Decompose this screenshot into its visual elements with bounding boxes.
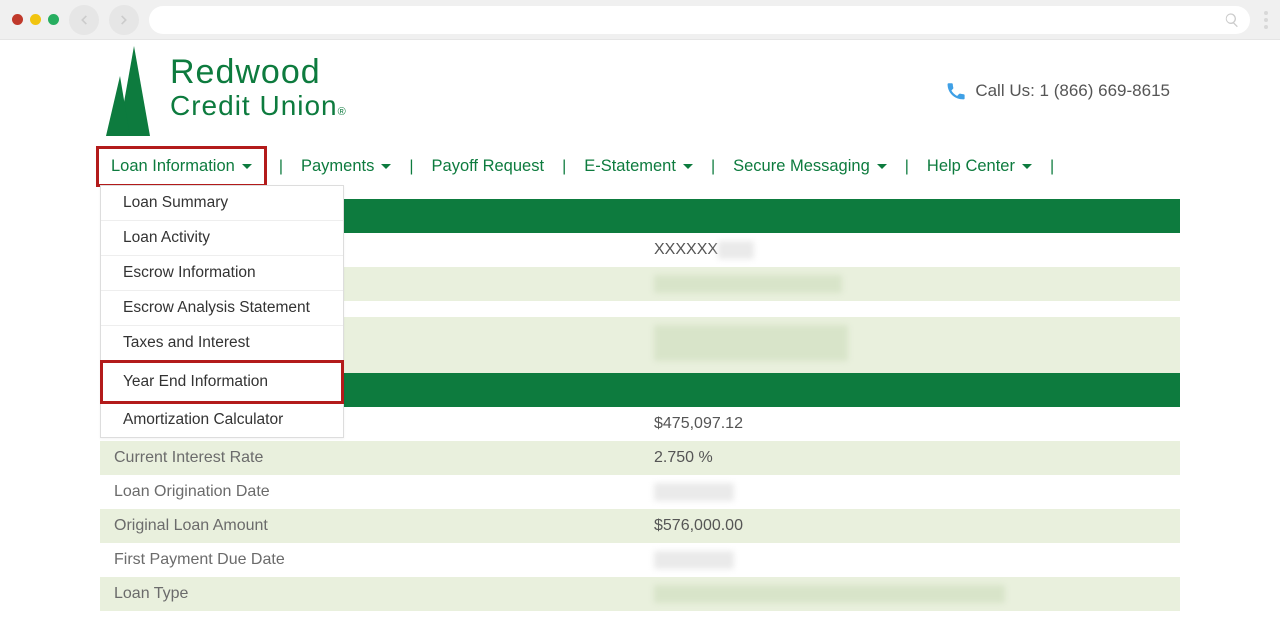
- row-value: 00/00/0000: [640, 543, 1180, 577]
- table-row: Loan Origination Date 00/00/0000: [100, 475, 1180, 509]
- chevron-down-icon: [683, 164, 693, 169]
- dropdown-item-escrow-analysis[interactable]: Escrow Analysis Statement: [101, 291, 343, 326]
- row-value: REDACTED NAME HERE: [640, 267, 1180, 301]
- loan-information-dropdown: Loan Summary Loan Activity Escrow Inform…: [100, 185, 344, 438]
- maximize-window-icon[interactable]: [48, 14, 59, 25]
- table-row: Original Loan Amount $576,000.00: [100, 509, 1180, 543]
- row-label: First Payment Due Date: [100, 543, 640, 577]
- brand-logo[interactable]: Redwood Credit Union®: [100, 46, 347, 136]
- table-row: First Payment Due Date 00/00/0000: [100, 543, 1180, 577]
- nav-label: Payments: [301, 157, 374, 176]
- row-label: Current Interest Rate: [100, 441, 640, 475]
- redwood-tree-icon: [100, 46, 158, 136]
- redacted-value: 00/00/0000: [654, 551, 734, 569]
- redacted-value: REDACTED NAME HERE: [654, 275, 842, 293]
- redacted-value: 1234 STREET NAME LINE CITYSTATE ZIP CODE: [654, 325, 848, 361]
- nav-label: Help Center: [927, 157, 1015, 176]
- call-label: Call Us: 1 (866) 669-8615: [975, 81, 1170, 101]
- nav-help-center[interactable]: Help Center: [921, 153, 1038, 180]
- nav-secure-messaging[interactable]: Secure Messaging: [727, 153, 893, 180]
- browser-menu-icon[interactable]: [1264, 11, 1268, 29]
- chevron-down-icon: [381, 164, 391, 169]
- dropdown-item-loan-activity[interactable]: Loan Activity: [101, 221, 343, 256]
- row-label: Loan Type: [100, 577, 640, 611]
- table-row: Current Interest Rate 2.750 %: [100, 441, 1180, 475]
- close-window-icon[interactable]: [12, 14, 23, 25]
- nav-payoff-request[interactable]: Payoff Request: [426, 153, 551, 180]
- browser-chrome: [0, 0, 1280, 40]
- table-row: Loan Type REDACTED LOAN TYPE VALUE DESCR…: [100, 577, 1180, 611]
- url-bar[interactable]: [149, 6, 1250, 34]
- value-prefix: XXXXXX: [654, 241, 718, 258]
- nav-label: Loan Information: [111, 157, 235, 176]
- nav-separator: |: [267, 158, 295, 176]
- dropdown-item-year-end[interactable]: Year End Information: [100, 360, 344, 404]
- nav-e-statement[interactable]: E-Statement: [578, 153, 699, 180]
- nav-label: E-Statement: [584, 157, 676, 176]
- dropdown-item-escrow-information[interactable]: Escrow Information: [101, 256, 343, 291]
- row-value: [640, 301, 1180, 317]
- brand-line2: Credit Union®: [170, 91, 347, 120]
- brand-text: Redwood Credit Union®: [170, 55, 347, 136]
- row-value: 2.750 %: [640, 441, 1180, 475]
- nav-label: Payoff Request: [432, 157, 545, 176]
- dropdown-item-taxes-interest[interactable]: Taxes and Interest: [101, 326, 343, 361]
- row-value: $475,097.12: [640, 407, 1180, 441]
- brand-line1: Redwood: [170, 55, 347, 91]
- nav-payments[interactable]: Payments: [295, 153, 397, 180]
- chevron-down-icon: [877, 164, 887, 169]
- nav-separator: |: [550, 158, 578, 176]
- dropdown-item-loan-summary[interactable]: Loan Summary: [101, 186, 343, 221]
- search-icon: [1224, 12, 1240, 28]
- redacted-value: 00/00/0000: [654, 483, 734, 501]
- minimize-window-icon[interactable]: [30, 14, 41, 25]
- phone-icon: [945, 80, 967, 102]
- page-header: Redwood Credit Union® Call Us: 1 (866) 6…: [0, 40, 1280, 136]
- nav-separator: |: [893, 158, 921, 176]
- call-us[interactable]: Call Us: 1 (866) 669-8615: [945, 80, 1180, 102]
- back-button[interactable]: [69, 5, 99, 35]
- nav-loan-information[interactable]: Loan Information: [96, 146, 267, 187]
- row-label: Loan Origination Date: [100, 475, 640, 509]
- row-value: 1234 STREET NAME LINE CITYSTATE ZIP CODE: [640, 317, 1180, 373]
- window-controls: [12, 14, 59, 25]
- nav-label: Secure Messaging: [733, 157, 870, 176]
- row-value: $576,000.00: [640, 509, 1180, 543]
- redacted-value: 0000: [718, 241, 754, 259]
- redacted-value: REDACTED LOAN TYPE VALUE DESCRIPTION: [654, 585, 1005, 603]
- forward-button[interactable]: [109, 5, 139, 35]
- nav-separator: |: [397, 158, 425, 176]
- chevron-down-icon: [242, 164, 252, 169]
- chevron-down-icon: [1022, 164, 1032, 169]
- dropdown-item-amortization[interactable]: Amortization Calculator: [101, 403, 343, 437]
- row-value: 00/00/0000: [640, 475, 1180, 509]
- row-label: Original Loan Amount: [100, 509, 640, 543]
- nav-separator: |: [699, 158, 727, 176]
- row-value: XXXXXX0000: [640, 233, 1180, 267]
- nav-separator: |: [1038, 158, 1066, 176]
- row-value: REDACTED LOAN TYPE VALUE DESCRIPTION: [640, 577, 1180, 611]
